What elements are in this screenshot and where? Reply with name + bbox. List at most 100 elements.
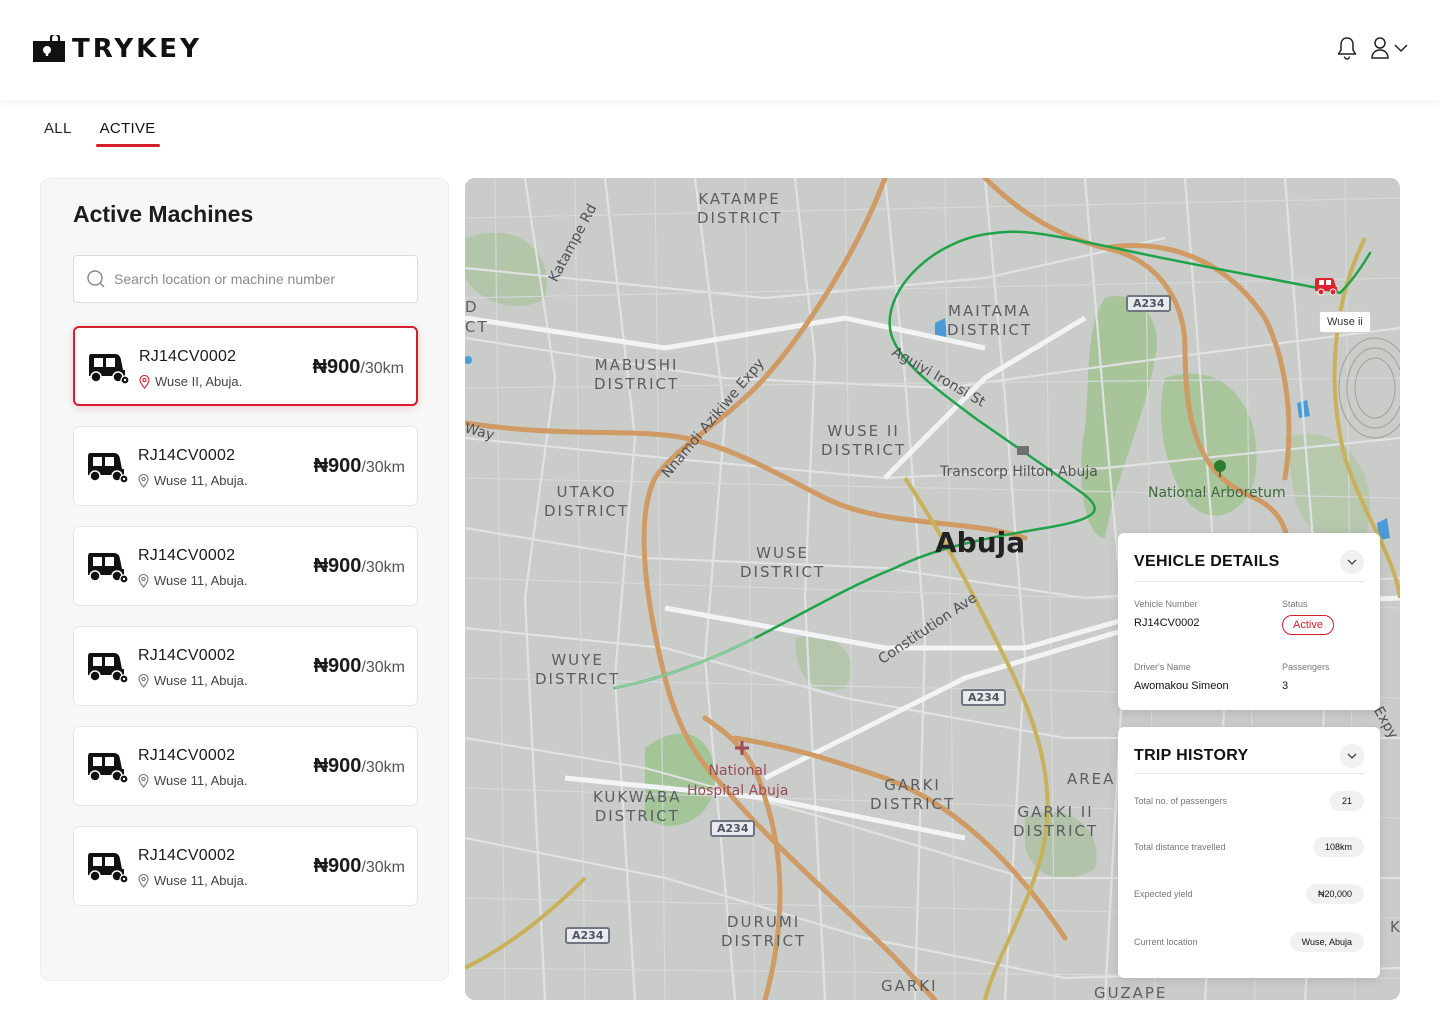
machine-card[interactable]: RJ14CV0002 Wuse 11, Abuja. ₦900/30km [73,826,418,906]
map-label-kukwaba: KUKWABA DISTRICT [593,788,682,825]
machine-price: ₦900/30km [314,855,405,878]
poi-arboretum: National Arboretum [1148,485,1286,501]
map-label-wuye: WUYE DISTRICT [535,651,621,688]
road-badge: A234 [961,689,1007,706]
location-pin-icon [138,673,149,688]
price-value: ₦900 [312,356,361,378]
price-value: ₦900 [313,755,362,777]
tab-active[interactable]: ACTIVE [95,120,160,147]
map-edge-k: K [1390,918,1400,936]
price-value: ₦900 [313,555,362,577]
machine-location: Wuse 11, Abuja. [138,873,247,888]
machine-location: Wuse 11, Abuja. [138,773,247,788]
panel-title: Active Machines [73,201,254,227]
tricycle-icon [88,853,128,883]
map-view[interactable]: KATAMPE DISTRICT MAITAMA DISTRICT MABUSH… [465,178,1400,1000]
top-header: TRYKEY [0,0,1440,100]
machine-card[interactable]: RJ14CV0002 Wuse 11, Abuja. ₦900/30km [73,526,418,606]
machine-location-text: Wuse 11, Abuja. [154,573,248,588]
machine-number: RJ14CV0002 [138,547,236,564]
user-icon [1371,37,1389,59]
map-label-mabushi: MABUSHI DISTRICT [594,356,680,393]
price-unit: /30km [360,360,404,377]
machine-location-text: Wuse 11, Abuja. [154,873,248,888]
map-label-garki: GARKI DISTRICT [870,776,956,813]
price-unit: /30km [361,759,405,776]
machine-location-text: Wuse II, Abuja. [155,374,243,389]
machine-price: ₦900/30km [313,356,404,379]
machine-location: Wuse II, Abuja. [139,374,242,389]
map-city-label: Abuja [935,526,1026,559]
collapse-vehicle-details-button[interactable] [1340,550,1364,574]
tricycle-icon [88,653,128,683]
brand-logo[interactable]: TRYKEY [32,34,202,64]
machine-card[interactable]: RJ14CV0002 Wuse II, Abuja. ₦900/30km [73,326,418,406]
price-value: ₦900 [313,455,362,477]
trip-stat-label: Expected yield [1134,889,1193,899]
machine-number: RJ14CV0002 [139,348,237,365]
price-unit: /30km [361,559,405,576]
lock-icon [33,35,65,62]
status-label: Status [1282,599,1308,609]
map-label-katampe: KATAMPE DISTRICT [697,190,783,227]
vehicle-number-label: Vehicle Number [1134,599,1198,609]
brand-name: TRYKEY [72,34,202,64]
tricycle-icon [89,354,129,384]
user-menu[interactable] [1370,36,1408,60]
tricycle-icon [88,753,128,783]
machine-price: ₦900/30km [314,655,405,678]
machine-location: Wuse 11, Abuja. [138,573,247,588]
bell-icon[interactable] [1336,36,1358,60]
trip-stat-value: ₦20,000 [1305,884,1364,904]
map-label-garki-bottom: GARKI [881,977,938,995]
filter-tabs: ALL ACTIVE [44,120,160,147]
machine-card[interactable]: RJ14CV0002 Wuse 11, Abuja. ₦900/30km [73,626,418,706]
tab-all[interactable]: ALL [44,120,72,147]
status-badge: Active [1282,615,1334,635]
machine-price: ₦900/30km [314,455,405,478]
driver-name-label: Driver's Name [1134,662,1191,672]
location-pin-icon [138,473,149,488]
trip-stat-label: Total distance travelled [1134,842,1226,852]
map-label-guzape: GUZAPE [1094,984,1168,1000]
price-unit: /30km [361,659,405,676]
trip-history-title: TRIP HISTORY [1134,747,1249,764]
search-input[interactable] [114,271,404,287]
price-unit: /30km [361,859,405,876]
machine-number: RJ14CV0002 [138,447,236,464]
passengers-label: Passengers [1282,662,1330,672]
chevron-down-icon [1394,44,1408,53]
location-pin-icon [139,374,150,389]
machine-location: Wuse 11, Abuja. [138,473,247,488]
price-value: ₦900 [313,855,362,877]
map-label-utako: UTAKO DISTRICT [544,483,630,520]
location-pin-icon [138,573,149,588]
chevron-down-icon [1347,559,1357,565]
trip-stat-label: Total no. of passengers [1134,796,1228,806]
location-pin-icon [138,873,149,888]
map-label-maitama: MAITAMA DISTRICT [947,302,1033,339]
vehicle-details-title: VEHICLE DETAILS [1134,553,1280,570]
tricycle-icon [88,553,128,583]
machine-location-text: Wuse 11, Abuja. [154,673,248,688]
trip-stat-label: Current location [1134,937,1198,947]
machine-number: RJ14CV0002 [138,747,236,764]
collapse-trip-history-button[interactable] [1340,744,1364,768]
map-label-area: AREA [1067,770,1116,788]
trip-history-card: TRIP HISTORY Total no. of passengers 21 … [1118,727,1380,978]
map-edge-d: D [465,298,479,316]
machine-location-text: Wuse 11, Abuja. [154,773,248,788]
machine-card[interactable]: RJ14CV0002 Wuse 11, Abuja. ₦900/30km [73,426,418,506]
machine-price: ₦900/30km [314,555,405,578]
vehicle-location-tag[interactable]: Wuse ii [1319,311,1371,333]
machine-price: ₦900/30km [314,755,405,778]
map-label-wuse: WUSE DISTRICT [740,544,826,581]
map-label-durumi: DURUMI DISTRICT [721,913,807,950]
machine-number: RJ14CV0002 [138,647,236,664]
road-badge: A234 [1126,295,1172,312]
machine-card[interactable]: RJ14CV0002 Wuse 11, Abuja. ₦900/30km [73,726,418,806]
road-badge: A234 [565,927,611,944]
price-value: ₦900 [313,655,362,677]
passengers-value: 3 [1282,680,1289,692]
divider [1134,581,1364,582]
